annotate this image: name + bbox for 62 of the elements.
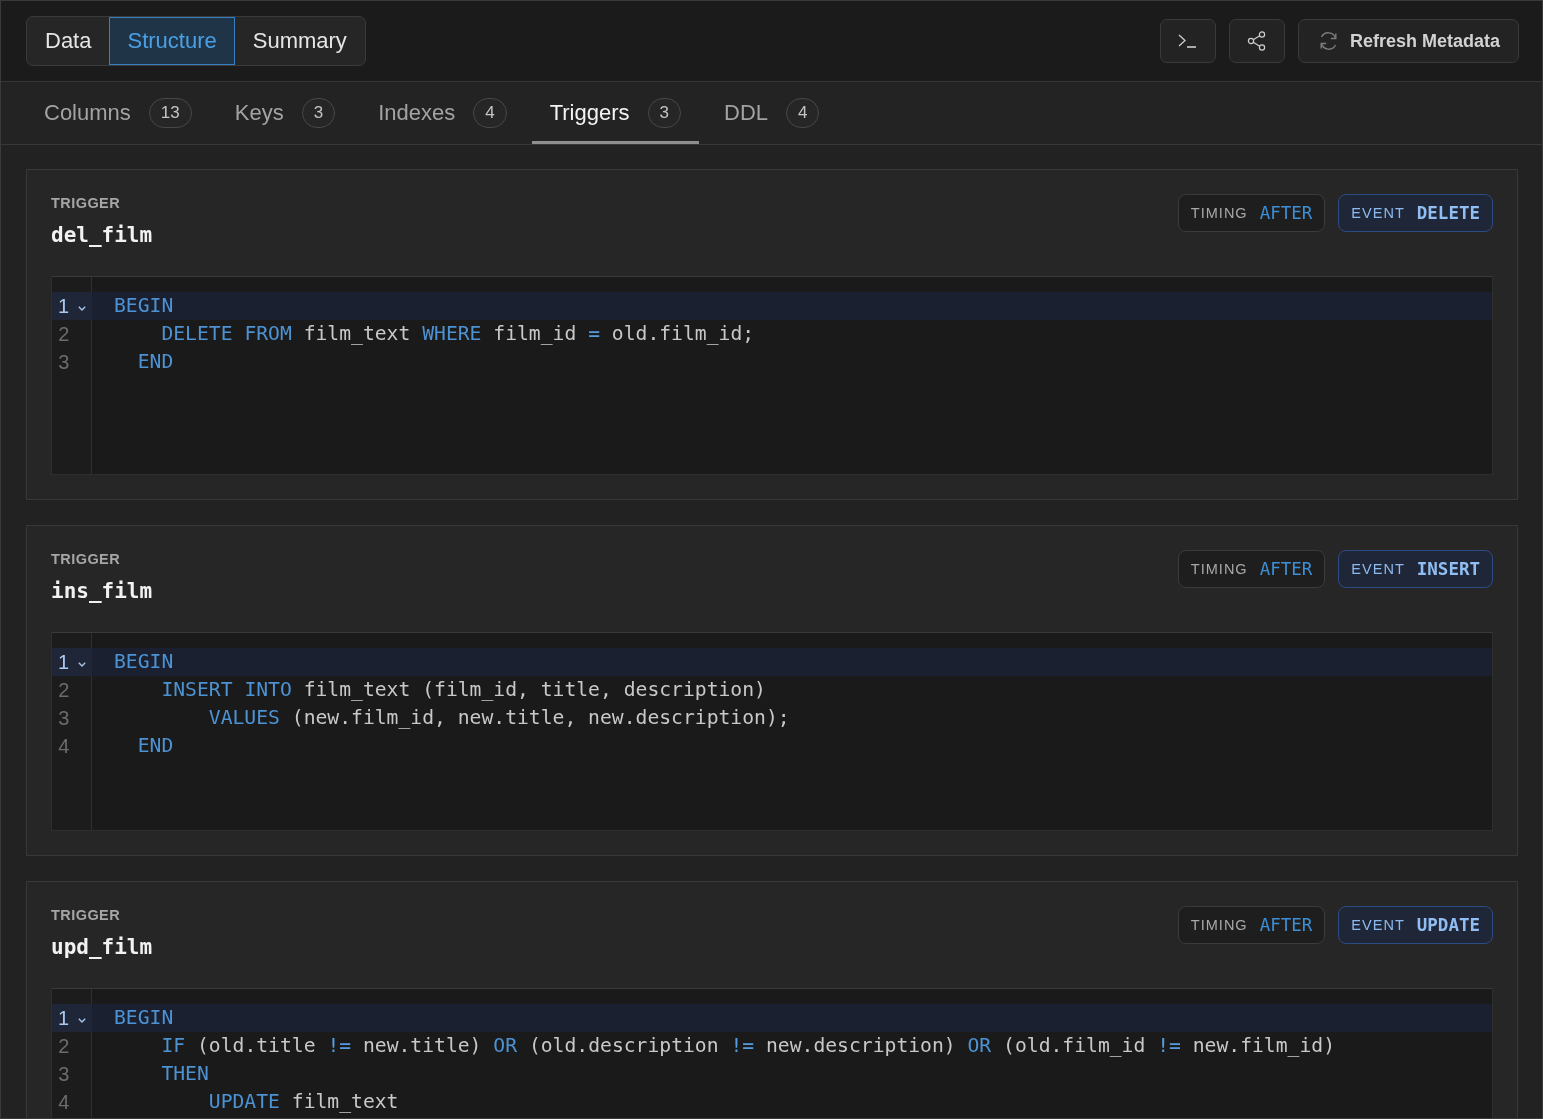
- timing-value: AFTER: [1259, 203, 1313, 223]
- timing-value: AFTER: [1259, 915, 1313, 935]
- code-line: DELETE FROM film_text WHERE film_id = old.film_id;: [161, 322, 755, 345]
- trigger-name: upd_film: [51, 934, 153, 961]
- line-number: 4: [58, 1090, 70, 1115]
- trigger-name: ins_film: [51, 578, 153, 605]
- event-value: DELETE: [1416, 203, 1480, 223]
- tab-count: 3: [301, 98, 336, 128]
- timing-label: TIMING: [1190, 561, 1248, 577]
- code-line: BEGIN: [114, 650, 174, 673]
- line-number: 2: [58, 678, 70, 703]
- tab-count: 4: [786, 98, 820, 128]
- refresh-metadata-button[interactable]: Refresh Metadata: [1297, 19, 1519, 63]
- terminal-icon: [1178, 34, 1198, 48]
- share-button[interactable]: [1228, 19, 1285, 63]
- tab[interactable]: Columns 13: [26, 82, 210, 144]
- code-editor[interactable]: 1 BEGIN 2 INSERT INTO film_text (film_id, title, description) 3 VALUES (new.film_id, new.title, new.description); 4 END: [51, 632, 1493, 831]
- share-icon: [1246, 31, 1267, 51]
- line-number: 3: [58, 706, 70, 731]
- event-value: INSERT: [1416, 559, 1480, 579]
- timing-label: TIMING: [1190, 917, 1248, 933]
- line-number: 1: [58, 650, 70, 675]
- trigger-name: del_film: [51, 222, 153, 249]
- code-line: END: [137, 734, 174, 757]
- tab-count: 4: [473, 98, 507, 128]
- code-editor[interactable]: 1 BEGIN 2 DELETE FROM film_text WHERE film_id = old.film_id; 3 END: [51, 276, 1493, 475]
- code-line: THEN: [161, 1062, 209, 1085]
- line-number: 2: [58, 1034, 70, 1059]
- fold-chevron-icon[interactable]: [78, 661, 87, 667]
- tab[interactable]: Keys 3: [216, 82, 354, 144]
- line-number: 1: [58, 1006, 70, 1031]
- line-number: 3: [58, 350, 70, 375]
- line-number: 4: [58, 734, 70, 759]
- event-label: EVENT: [1351, 561, 1405, 577]
- section-label: TRIGGER: [51, 906, 121, 925]
- code-line: UPDATE film_text: [208, 1090, 399, 1113]
- fold-chevron-icon[interactable]: [78, 1017, 87, 1023]
- timing-value: AFTER: [1259, 559, 1313, 579]
- code-line: INSERT INTO film_text (film_id, title, description): [161, 678, 766, 701]
- view-tab[interactable]: Data: [27, 17, 110, 65]
- section-label: TRIGGER: [51, 550, 121, 569]
- tab-count: 13: [148, 98, 192, 128]
- code-line: BEGIN: [114, 1006, 174, 1029]
- event-value: UPDATE: [1416, 915, 1480, 935]
- tab[interactable]: DDL 4: [706, 82, 838, 144]
- code-line: END: [137, 350, 174, 373]
- event-label: EVENT: [1351, 205, 1405, 221]
- section-label: TRIGGER: [51, 194, 121, 213]
- fold-chevron-icon[interactable]: [78, 305, 87, 311]
- view-tab[interactable]: Summary: [234, 17, 365, 65]
- timing-label: TIMING: [1190, 205, 1248, 221]
- tab[interactable]: Triggers 3: [531, 82, 699, 144]
- line-number: 2: [58, 322, 70, 347]
- tab[interactable]: Indexes 4: [360, 82, 525, 144]
- code-line: VALUES (new.film_id, new.title, new.description);: [208, 706, 790, 729]
- code-line: IF (old.title != new.title) OR (old.description != new.description) OR (old.film_id != new.film_id): [161, 1034, 1335, 1057]
- view-tab[interactable]: Structure: [109, 17, 235, 65]
- event-label: EVENT: [1351, 917, 1405, 933]
- code-line: BEGIN: [114, 294, 174, 317]
- line-number: 1: [58, 294, 70, 319]
- line-number: 3: [58, 1062, 70, 1087]
- tab-count: 3: [647, 98, 681, 128]
